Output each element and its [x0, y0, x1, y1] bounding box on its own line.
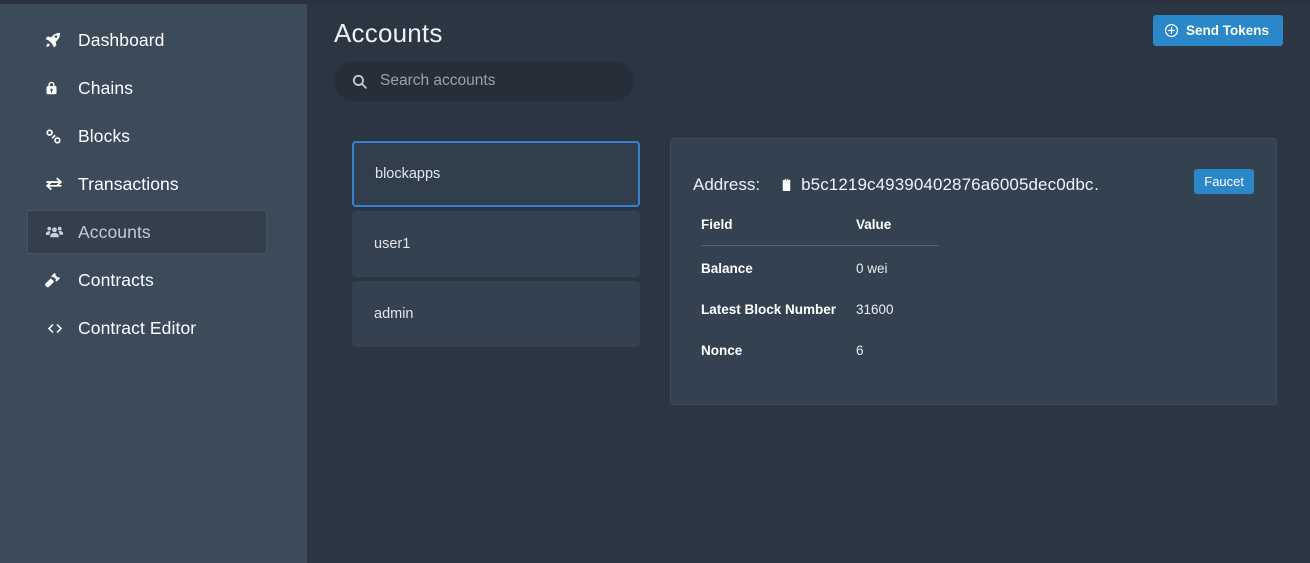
cell-field: Nonce [701, 343, 743, 358]
column-header-value: Value [856, 217, 939, 246]
code-icon [44, 318, 70, 338]
main-content: Accounts Send Tokens blockapps [307, 0, 1310, 563]
address-value: b5c1219c49390402876a6005dec0dbc… [801, 175, 1102, 194]
users-icon [44, 222, 70, 242]
cell-value: 0 wei [856, 261, 888, 276]
cell-field: Balance [701, 261, 753, 276]
search-input[interactable] [380, 72, 618, 90]
sidebar-item-label: Blocks [78, 125, 131, 146]
table-header-row: Field Value [701, 217, 939, 246]
sidebar-item-blocks[interactable]: Blocks [27, 114, 267, 158]
top-strip [0, 0, 1310, 4]
clipboard-icon[interactable] [779, 176, 794, 194]
table-row: Balance 0 wei [701, 246, 939, 290]
account-detail-card: Address: b5c1219c49390402876a6005dec0dbc… [670, 138, 1277, 405]
sidebar-item-contract-editor[interactable]: Contract Editor [27, 306, 267, 350]
sidebar-item-label: Accounts [78, 221, 151, 242]
send-tokens-label: Send Tokens [1185, 23, 1269, 38]
faucet-button[interactable]: Faucet [1194, 169, 1254, 194]
page-title: Accounts [334, 18, 443, 48]
cell-field: Latest Block Number [701, 302, 837, 317]
table-row: Latest Block Number 31600 [701, 289, 939, 330]
cell-value: 31600 [856, 302, 894, 317]
sidebar-item-label: Contracts [78, 269, 154, 290]
exchange-arrows-icon [44, 174, 70, 194]
sidebar-item-contracts[interactable]: Contracts [27, 258, 267, 302]
table-row: Nonce 6 [701, 330, 939, 371]
address-row: Address: b5c1219c49390402876a6005dec0dbc… [671, 139, 1276, 195]
sidebar-item-label: Dashboard [78, 29, 165, 50]
cell-value: 6 [856, 343, 864, 358]
sidebar-item-transactions[interactable]: Transactions [27, 162, 267, 206]
app-root: Dashboard Chains Blocks Transactions Acc… [0, 0, 1310, 563]
account-name: admin [374, 306, 414, 322]
sidebar-item-dashboard[interactable]: Dashboard [27, 18, 267, 62]
account-detail-table: Field Value Balance 0 wei Latest Block N… [701, 217, 939, 371]
account-name: user1 [374, 236, 411, 252]
column-header-field: Field [701, 217, 856, 246]
sidebar-item-label: Chains [78, 77, 134, 98]
account-list-item[interactable]: admin [352, 281, 640, 347]
account-name: blockapps [375, 166, 441, 182]
rocket-icon [44, 30, 70, 50]
gavel-icon [44, 270, 70, 290]
account-list-item[interactable]: blockapps [352, 141, 640, 207]
address-label: Address: [693, 175, 761, 194]
account-list: blockapps user1 admin [352, 141, 640, 351]
sidebar-item-chains[interactable]: Chains [27, 66, 267, 110]
search-box[interactable] [334, 61, 634, 101]
sidebar-item-label: Contract Editor [78, 317, 197, 338]
account-list-item[interactable]: user1 [352, 211, 640, 277]
link-icon [44, 126, 70, 146]
search-icon [351, 73, 368, 90]
sidebar-item-accounts[interactable]: Accounts [27, 210, 267, 254]
plus-circle-icon [1164, 23, 1179, 38]
lock-icon [44, 78, 70, 98]
send-tokens-button[interactable]: Send Tokens [1152, 15, 1283, 46]
sidebar-item-label: Transactions [78, 173, 179, 194]
sidebar: Dashboard Chains Blocks Transactions Acc… [0, 0, 307, 563]
